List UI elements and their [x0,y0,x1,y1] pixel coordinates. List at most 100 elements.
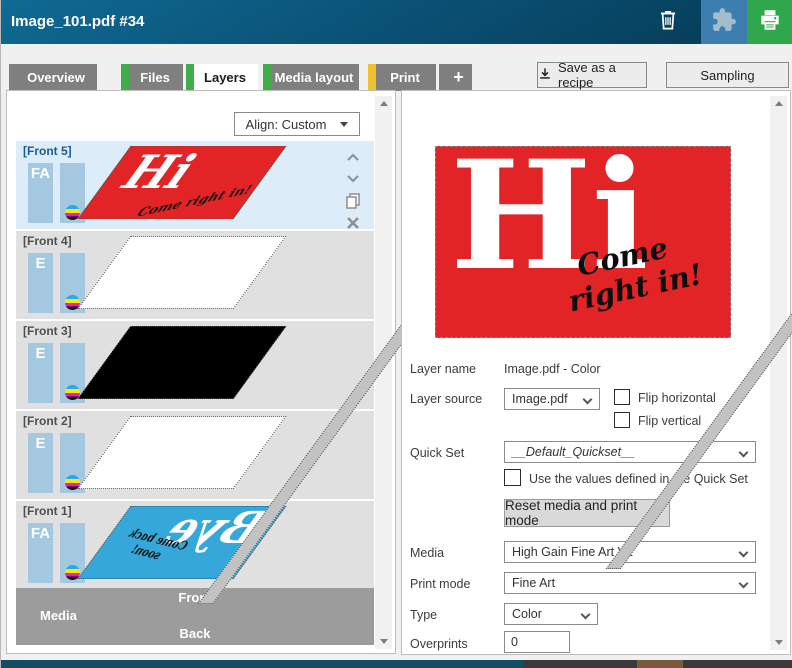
quick-set-label: Quick Set [410,446,464,460]
layer-name-label: [Front 4] [23,234,72,248]
plus-icon: + [447,67,464,88]
type-select[interactable]: Color [504,603,598,625]
move-up-icon[interactable] [344,147,362,167]
tab-files-label: Files [134,70,170,85]
save-as-recipe-label: Save as a recipe [558,60,646,90]
print-mode-badge: E [28,255,53,272]
print-mode-badge: E [28,345,53,362]
use-quickset-checkbox[interactable] [504,469,521,486]
back-side-label: Back [16,626,374,641]
print-mode-badge: FA [28,525,53,542]
layer-tools [344,147,366,235]
print-mode-label: Print mode [410,577,470,591]
details-scrollbar[interactable] [770,96,787,650]
print-mode-bar: E [28,343,53,403]
layers-scrollbar[interactable] [375,96,392,649]
tab-overview[interactable]: Overview [9,64,97,91]
flip-horizontal-label: Flip horizontal [638,391,716,405]
type-value: Color [512,607,542,621]
tab-layers-label: Layers [198,70,246,85]
front-side-label: Front [16,590,374,605]
chevron-down-icon [581,610,591,620]
print-mode-bar: E [28,253,53,313]
quick-set-select[interactable]: __Default_Quickset__ [504,441,756,463]
print-button[interactable] [747,0,792,44]
print-mode-badge: FA [28,165,53,182]
flip-vertical-checkbox[interactable] [614,412,630,428]
delete-layer-icon[interactable] [344,213,362,233]
dropdown-arrow-icon [340,122,348,127]
printer-icon [757,7,783,38]
media-label: Media [40,608,77,623]
layer-name-value: Image.pdf - Color [504,362,601,376]
save-as-recipe-button[interactable]: Save as a recipe [537,62,647,88]
tab-media-layout-label: Media layout [269,70,354,85]
chevron-down-icon [739,579,749,589]
layer-name-label: [Front 3] [23,324,72,338]
tab-overview-label: Overview [21,70,85,85]
layer-item-front1[interactable]: [Front 1] FA Bye Come back soon! [16,501,374,589]
layer-name-label: [Front 2] [23,414,72,428]
trash-icon [655,7,681,38]
tab-layers[interactable]: Layers [186,64,258,91]
layer-thumbnail[interactable] [77,416,286,489]
window-title: Image_101.pdf #34 [11,0,144,44]
layer-source-value: Image.pdf [512,392,568,406]
plugins-button[interactable] [701,0,747,44]
add-tab-button[interactable]: + [439,64,472,91]
window-bottom-edge-accent [637,660,683,668]
window-bottom-edge-teal [1,660,523,668]
print-mode-bar: FA [28,523,53,583]
layer-thumbnail[interactable] [77,236,286,309]
use-quickset-label: Use the values defined in the Quick Set [529,472,748,486]
layer-item-front5[interactable]: [Front 5] FA Hi Come right in! [16,141,374,229]
chevron-down-icon [739,448,749,458]
scroll-down-button[interactable] [770,635,787,650]
scroll-up-button[interactable] [770,96,787,111]
duplicate-icon[interactable] [344,191,362,211]
flip-horizontal-checkbox[interactable] [614,389,630,405]
quick-set-value: __Default_Quickset__ [512,445,635,459]
layer-source-select[interactable]: Image.pdf [504,388,600,410]
flip-vertical-label: Flip vertical [638,414,701,428]
thumbnail-headline: Hi [109,146,209,199]
layer-name-label: [Front 5] [23,144,72,158]
tab-print[interactable]: Print [368,64,436,91]
tab-status-stripe [121,64,129,91]
puzzle-icon [711,7,737,38]
layer-name-field-label: Layer name [410,362,476,376]
delete-job-button[interactable] [643,0,693,44]
layer-name-label: [Front 1] [23,504,72,518]
save-download-icon [538,67,552,84]
tab-files[interactable]: Files [121,64,183,91]
chevron-down-icon [739,548,749,558]
tab-status-stripe [263,64,271,91]
title-bar: Image_101.pdf #34 [1,0,792,44]
media-field-label: Media [410,546,444,560]
media-sides-indicator: Front Media Back [16,588,374,645]
align-dropdown-value: Align: Custom [246,117,327,132]
scroll-down-button[interactable] [375,634,392,649]
tab-media-layout[interactable]: Media layout [263,64,359,91]
sampling-label: Sampling [700,68,754,83]
layer-thumbnail[interactable]: Hi Come right in! [77,146,286,219]
tab-status-stripe [368,64,376,91]
type-label: Type [410,608,437,622]
move-down-icon[interactable] [344,169,362,189]
tab-print-label: Print [384,70,420,85]
scroll-up-button[interactable] [375,96,392,111]
print-mode-select[interactable]: Fine Art [504,572,756,594]
application-window: Image_101.pdf #34 [0,0,792,668]
align-dropdown[interactable]: Align: Custom [234,112,360,136]
overprints-input[interactable] [504,631,570,653]
sampling-button[interactable]: Sampling [666,62,789,88]
print-mode-bar: E [28,433,53,493]
overprints-label: Overprints [410,637,468,651]
layer-item-front4[interactable]: [Front 4] E [16,231,374,319]
layer-source-label: Layer source [410,392,482,406]
layers-list-panel: Align: Custom [Front 5] FA Hi Come right… [6,90,396,654]
chevron-down-icon [583,395,593,405]
layer-thumbnail[interactable] [77,326,286,399]
print-mode-bar: FA [28,163,53,223]
layer-item-front3[interactable]: [Front 3] E [16,321,374,409]
